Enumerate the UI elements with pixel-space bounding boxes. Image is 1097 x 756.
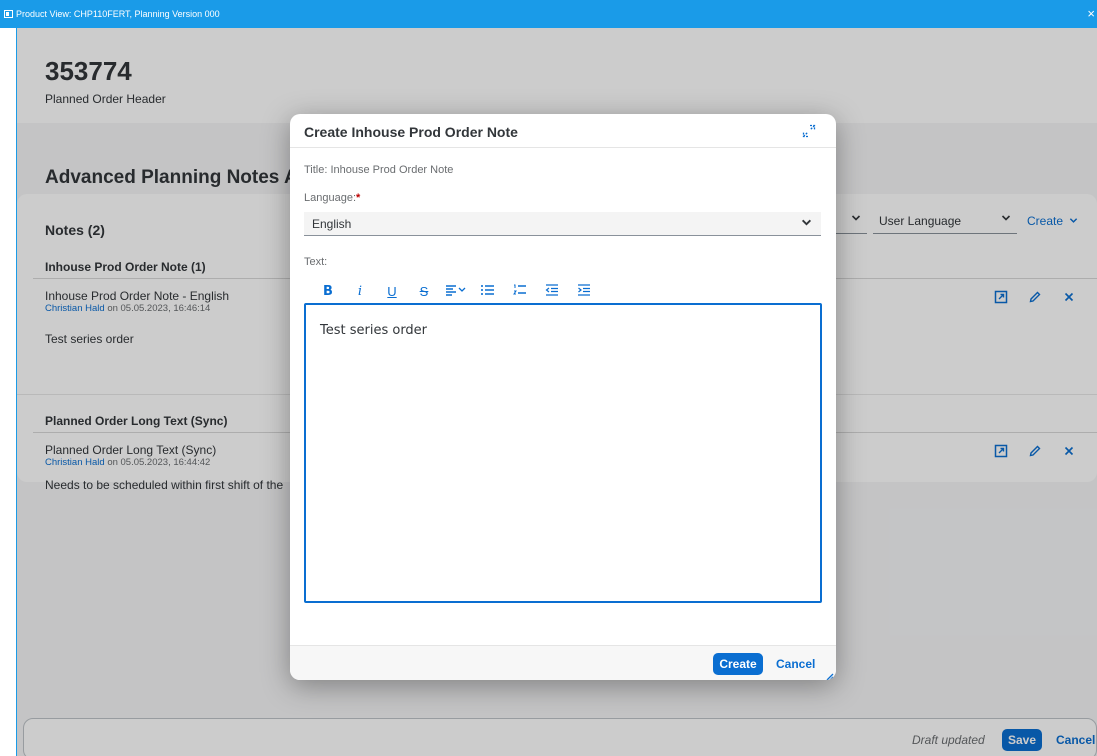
- note-text-editor[interactable]: Test series order: [304, 303, 822, 603]
- dialog-footer: Create Cancel: [290, 645, 836, 680]
- window-titlebar: Product View: CHP110FERT, Planning Versi…: [0, 0, 1097, 28]
- numbered-list-icon[interactable]: [508, 284, 532, 299]
- resize-grip-icon[interactable]: [824, 668, 834, 680]
- window-title: Product View: CHP110FERT, Planning Versi…: [16, 9, 220, 19]
- window-close-icon[interactable]: ×: [1087, 7, 1095, 20]
- cancel-button[interactable]: Cancel: [776, 657, 815, 671]
- app-window-icon: [4, 10, 13, 18]
- outdent-icon[interactable]: [540, 283, 564, 299]
- bullet-list-icon[interactable]: [476, 284, 500, 299]
- expand-icon[interactable]: [802, 124, 816, 138]
- align-icon[interactable]: [444, 284, 468, 299]
- rich-text-toolbar: B i U S: [316, 282, 604, 300]
- bold-button[interactable]: B: [316, 284, 340, 299]
- note-title-field: Title: Inhouse Prod Order Note: [304, 164, 454, 176]
- italic-button[interactable]: i: [348, 284, 372, 299]
- language-select[interactable]: English: [304, 212, 821, 236]
- underline-button[interactable]: U: [380, 284, 404, 299]
- create-note-dialog: Create Inhouse Prod Order Note Title: In…: [290, 114, 836, 680]
- strikethrough-button[interactable]: S: [412, 284, 436, 299]
- editor-content[interactable]: Test series order: [320, 323, 427, 338]
- create-button[interactable]: Create: [713, 653, 763, 675]
- dialog-header: Create Inhouse Prod Order Note: [290, 114, 836, 148]
- dialog-title: Create Inhouse Prod Order Note: [304, 124, 518, 140]
- required-marker: *: [356, 192, 361, 204]
- chevron-down-icon: [801, 217, 812, 231]
- language-value: English: [312, 216, 352, 231]
- indent-icon[interactable]: [572, 283, 596, 299]
- language-label: Language:*: [304, 192, 361, 204]
- text-label: Text:: [304, 256, 328, 268]
